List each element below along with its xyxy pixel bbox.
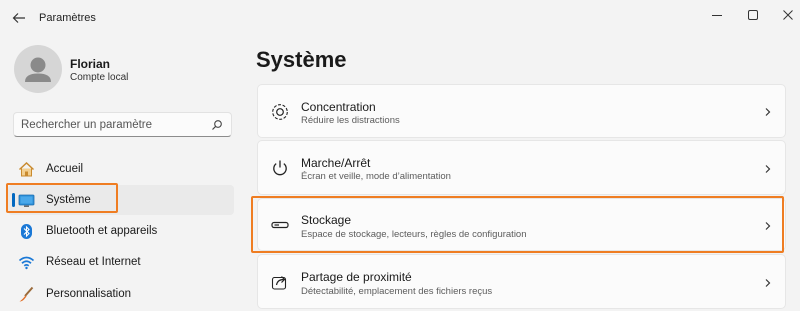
search-input[interactable] <box>21 117 206 133</box>
card-marche-arret[interactable]: Marche/Arrêt Écran et veille, mode d’ali… <box>257 140 786 195</box>
card-subtitle: Réduire les distractions <box>301 115 400 126</box>
card-subtitle: Détectabilité, emplacement des fichiers … <box>301 286 493 297</box>
chevron-right-icon <box>765 279 771 287</box>
sidebar-item-reseau[interactable]: Réseau et Internet <box>8 247 234 277</box>
bluetooth-icon <box>21 224 32 239</box>
card-title: Marche/Arrêt <box>301 156 371 170</box>
power-icon <box>273 160 287 176</box>
search-icon[interactable] <box>211 119 223 131</box>
user-name: Florian <box>70 57 111 71</box>
card-partage-proximite[interactable]: Partage de proximité Détectabilité, empl… <box>257 254 786 309</box>
sidebar-item-label: Bluetooth et appareils <box>46 225 158 237</box>
avatar[interactable] <box>14 45 62 93</box>
user-avatar-icon <box>25 57 51 82</box>
highlight-stockage <box>251 196 784 253</box>
maximize-icon[interactable] <box>745 7 761 23</box>
sidebar-item-label: Accueil <box>46 163 84 175</box>
card-title: Concentration <box>301 100 376 114</box>
minimize-icon[interactable] <box>709 7 725 23</box>
card-title: Partage de proximité <box>301 270 412 284</box>
sidebar-item-personnalisation[interactable]: Personnalisation <box>8 279 234 309</box>
title-bar: Paramètres <box>0 0 800 36</box>
share-icon <box>271 276 287 290</box>
close-icon[interactable] <box>780 7 796 23</box>
back-arrow-icon[interactable] <box>10 9 28 27</box>
page-title: Système <box>256 47 347 72</box>
card-concentration[interactable]: Concentration Réduire les distractions <box>257 84 786 138</box>
card-subtitle: Écran et veille, mode d’alimentation <box>301 171 451 182</box>
wifi-icon <box>18 256 35 270</box>
home-icon <box>18 161 35 177</box>
focus-icon <box>272 104 288 120</box>
search-box[interactable] <box>13 112 232 137</box>
sidebar-item-bluetooth[interactable]: Bluetooth et appareils <box>8 216 234 246</box>
sidebar-item-accueil[interactable]: Accueil <box>8 154 234 184</box>
chevron-right-icon <box>765 108 771 116</box>
sidebar-item-label: Réseau et Internet <box>46 256 141 268</box>
account-type: Compte local <box>70 72 129 83</box>
brush-icon <box>19 286 34 302</box>
app-title: Paramètres <box>39 12 96 24</box>
chevron-right-icon <box>765 165 771 173</box>
sidebar-item-label: Personnalisation <box>46 288 132 300</box>
highlight-systeme <box>6 183 118 213</box>
